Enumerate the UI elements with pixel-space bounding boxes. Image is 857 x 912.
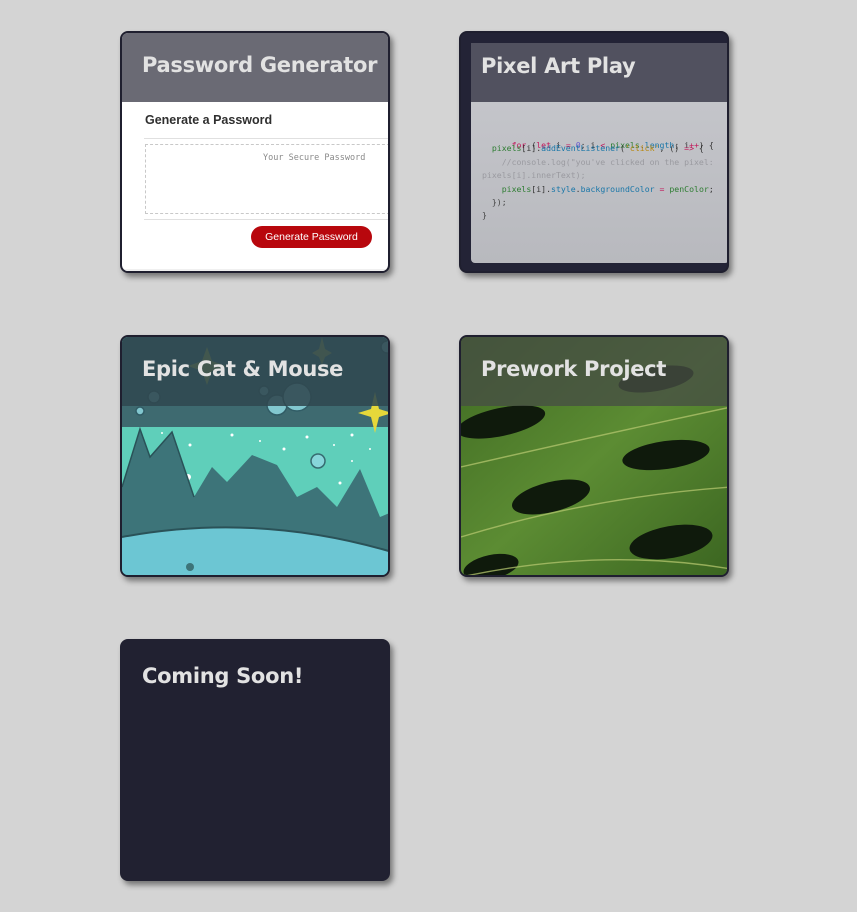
password-placeholder: Your Secure Password [263,153,366,163]
project-title: Prework Project [481,357,667,381]
code-line: //console.log("you've clicked on the pix… [482,157,714,167]
project-title: Epic Cat & Mouse [142,357,344,381]
project-title: Password Generator [142,53,378,77]
project-title: Pixel Art Play [481,54,636,78]
project-card-password-generator[interactable]: Generate a Password Your Secure Password… [120,31,390,273]
code-line: pixels[i].addEventListener('click', () =… [491,143,704,153]
code-line: pixels[i].innerText); [482,170,586,180]
project-card-pixel-art-play[interactable]: for (let i = 0; i < pixels.length; i++) … [459,31,729,273]
divider [144,138,388,139]
divider [144,219,388,220]
project-title: Coming Soon! [142,664,304,688]
generate-password-button: Generate Password [251,226,372,248]
code-snippet-preview: for (let i = 0; i < pixels.length; i++) … [471,102,727,263]
code-line: }); [482,197,507,207]
project-card-coming-soon[interactable]: Coming Soon! [120,639,390,881]
code-line: pixels[i].style.backgroundColor = penCol… [501,184,714,194]
preview-footer [122,269,388,271]
preview-heading: Generate a Password [145,113,273,127]
code-line: } [482,210,487,220]
project-card-epic-cat-mouse[interactable]: Epic Cat & Mouse [120,335,390,577]
password-output-box: Your Secure Password [145,144,388,214]
project-card-prework-project[interactable]: Prework Project [459,335,729,577]
